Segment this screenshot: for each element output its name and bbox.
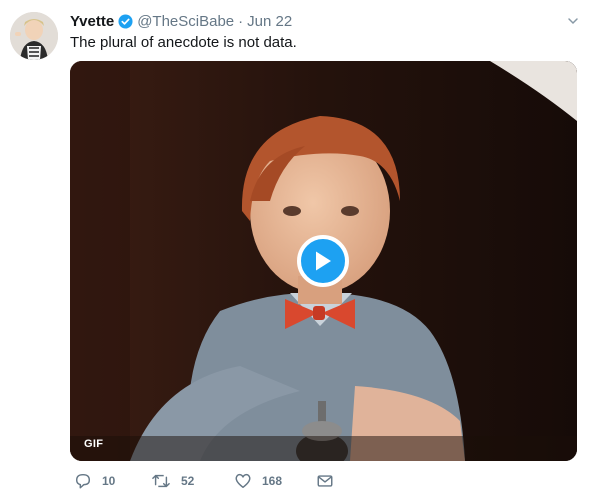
- author-handle[interactable]: @TheSciBabe: [137, 13, 234, 30]
- play-button[interactable]: [297, 235, 349, 287]
- tweet-card[interactable]: Yvette @TheSciBabe · Jun 22 The plural o…: [0, 0, 590, 502]
- author-name[interactable]: Yvette: [70, 13, 114, 30]
- tweet-date[interactable]: Jun 22: [247, 13, 292, 30]
- reply-count: 10: [102, 474, 116, 488]
- retweet-icon: [152, 474, 170, 488]
- direct-message-button[interactable]: [316, 472, 334, 490]
- reply-icon: [75, 473, 91, 489]
- like-button[interactable]: 168: [234, 472, 282, 490]
- heart-icon: [235, 473, 251, 489]
- verified-badge-icon: [118, 13, 133, 29]
- tweet-header: Yvette @TheSciBabe · Jun 22: [70, 11, 292, 31]
- like-count: 168: [262, 474, 283, 488]
- chevron-down-icon[interactable]: [566, 14, 580, 28]
- gif-badge: GIF: [84, 438, 104, 450]
- tweet-text: The plural of anecdote is not data.: [70, 34, 297, 51]
- retweet-count: 52: [181, 474, 195, 488]
- retweet-button[interactable]: 52: [151, 472, 194, 490]
- envelope-icon: [317, 475, 333, 487]
- reply-button[interactable]: 10: [74, 472, 115, 490]
- tweet-media-gif[interactable]: GIF: [70, 61, 577, 461]
- header-separator: ·: [238, 12, 244, 30]
- play-icon: [316, 251, 331, 271]
- avatar[interactable]: [10, 12, 58, 60]
